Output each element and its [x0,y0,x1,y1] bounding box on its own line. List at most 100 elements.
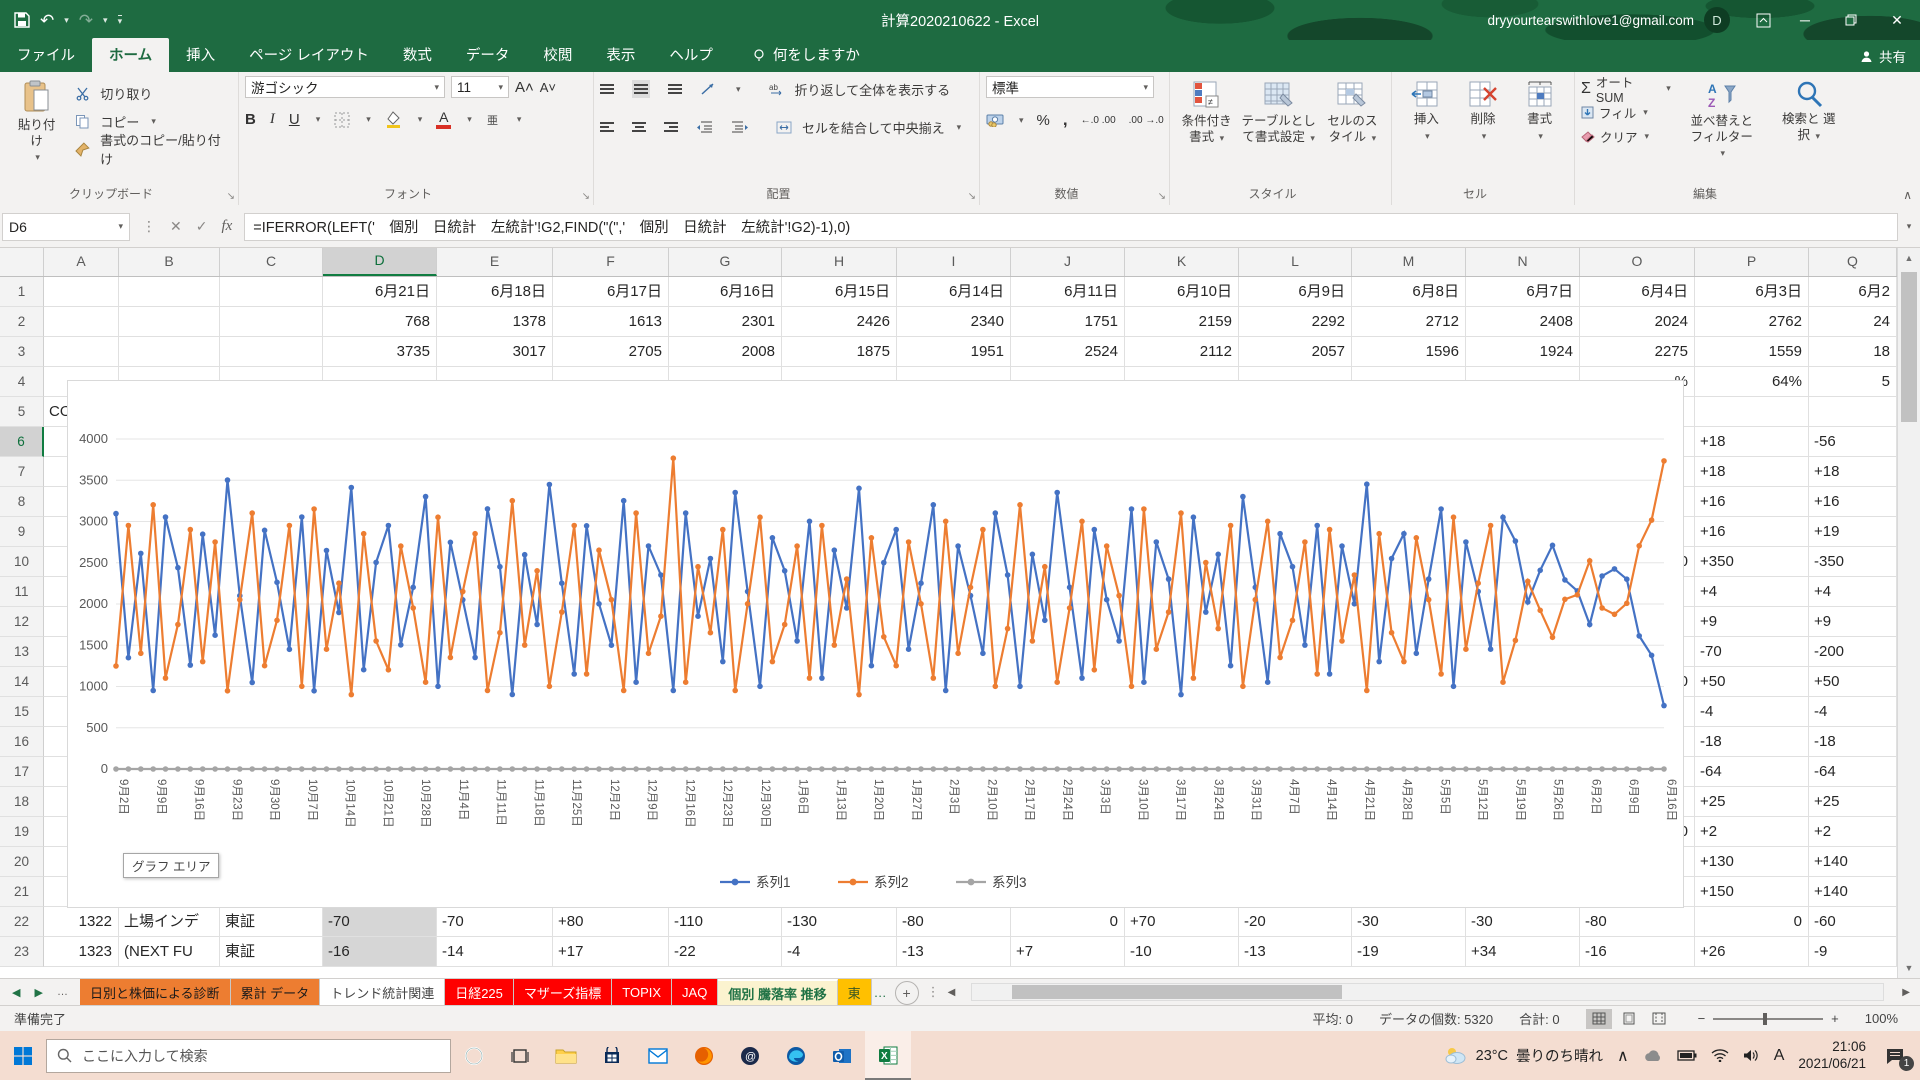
account-email[interactable]: dryyourtearswithlove1@gmail.com [1487,13,1694,28]
insert-cells-button[interactable]: 挿入▾ [1398,76,1455,147]
fill-button[interactable]: フィル▾ [1581,102,1671,123]
percent-style-button[interactable]: % [1037,112,1050,129]
sheet-nav-left-icon[interactable]: ◀ [12,986,20,999]
grid-cell[interactable]: +17 [553,937,669,967]
grid-cell[interactable]: -64 [1809,757,1897,787]
grid-cell[interactable]: -110 [669,907,782,937]
row-header-22[interactable]: 22 [0,907,44,937]
italic-button[interactable]: I [270,111,275,128]
grid-cell[interactable]: -80 [1580,907,1695,937]
hidden-icons-chevron[interactable]: ∧ [1617,1046,1629,1066]
grid-cell[interactable]: -13 [897,937,1011,967]
phonetic-guide-button[interactable]: 亜 [486,112,501,127]
column-header-D[interactable]: D [323,248,437,276]
row-header-16[interactable]: 16 [0,727,44,757]
grid-cell[interactable]: 2426 [782,307,897,337]
grid-cell[interactable]: +18 [1809,457,1897,487]
grid-cell[interactable]: +25 [1809,787,1897,817]
align-right-button[interactable] [664,120,678,134]
sheet-tab[interactable]: 日経225 [445,979,514,1005]
wrap-text-button[interactable]: ab 折り返して全体を表示する [769,76,951,102]
row-header-6[interactable]: 6 [0,427,44,457]
taskbar-clock[interactable]: 21:06 2021/06/21 [1798,1039,1866,1073]
row-header-19[interactable]: 19 [0,817,44,847]
grid-cell[interactable]: -16 [1580,937,1695,967]
sheet-tab[interactable]: 東 [838,979,872,1005]
tab-view[interactable]: 表示 [589,38,652,72]
column-header-M[interactable]: M [1352,248,1466,276]
grid-cell[interactable]: -4 [782,937,897,967]
tab-insert[interactable]: 挿入 [169,38,232,72]
column-header-G[interactable]: G [669,248,782,276]
font-size-combobox[interactable]: 11▾ [451,76,509,98]
row-header-1[interactable]: 1 [0,277,44,307]
clear-button[interactable]: クリア▾ [1581,126,1671,147]
grid-cell[interactable]: -56 [1809,427,1897,457]
grid-cell[interactable]: +16 [1695,517,1809,547]
collapse-ribbon-icon[interactable]: ∧ [1903,188,1912,202]
sheet-tab[interactable]: 累計 データ [231,979,321,1005]
grid-cell[interactable]: -4 [1695,697,1809,727]
grid-cell[interactable]: 2112 [1125,337,1239,367]
page-break-view-icon[interactable] [1646,1009,1672,1029]
clipboard-dialog-launcher-icon[interactable]: ↘ [227,191,235,202]
column-header-F[interactable]: F [553,248,669,276]
grow-font-button[interactable]: A˄ [515,79,534,96]
accounting-format-icon[interactable] [986,114,1004,127]
row-header-15[interactable]: 15 [0,697,44,727]
column-header-A[interactable]: A [44,248,119,276]
grid-cell[interactable]: -9 [1809,937,1897,967]
borders-button[interactable] [334,112,350,128]
grid-cell[interactable]: +140 [1809,847,1897,877]
grid-cell[interactable]: 3735 [323,337,437,367]
grid-cell[interactable]: +16 [1695,487,1809,517]
minimize-button[interactable]: ─ [1782,0,1828,40]
grid-cell[interactable]: 2292 [1239,307,1352,337]
grid-cell[interactable]: -18 [1695,727,1809,757]
row-header-18[interactable]: 18 [0,787,44,817]
sheet-tab[interactable]: JAQ [672,979,718,1005]
grid-cell[interactable]: 2712 [1352,307,1466,337]
bottom-align-button[interactable] [668,82,682,96]
column-header-L[interactable]: L [1239,248,1352,276]
outlook-icon[interactable] [819,1031,865,1080]
sheet-overflow-left[interactable]: … [57,986,68,998]
autosum-button[interactable]: Σ オート SUM▾ [1581,78,1671,99]
grid-cell[interactable]: 1951 [897,337,1011,367]
number-format-combobox[interactable]: 標準▾ [986,76,1154,98]
tab-page-layout[interactable]: ページ レイアウト [232,38,386,72]
grid-cell[interactable]: 6月8日 [1352,277,1466,307]
tab-file[interactable]: ファイル [0,38,92,72]
scroll-down-icon[interactable]: ▼ [1898,958,1920,978]
row-header-11[interactable]: 11 [0,577,44,607]
grid-cell[interactable]: 1559 [1695,337,1809,367]
new-sheet-button[interactable]: + [895,981,919,1005]
grid-cell[interactable]: 6月11日 [1011,277,1125,307]
grid-cell[interactable] [220,337,323,367]
page-layout-view-icon[interactable] [1616,1009,1642,1029]
increase-indent-button[interactable] [731,120,748,134]
grid-cell[interactable]: -60 [1809,907,1897,937]
onedrive-icon[interactable] [1643,1049,1663,1062]
merge-center-button[interactable]: セルを結合して中央揃え▾ [776,114,961,140]
horizontal-scroll-thumb[interactable] [1012,985,1342,999]
grid-cell[interactable]: -70 [323,907,437,937]
row-header-20[interactable]: 20 [0,847,44,877]
font-name-combobox[interactable]: 游ゴシック▾ [245,76,445,98]
grid-cell[interactable]: (NEXT FU [119,937,220,967]
grid-cell[interactable]: +25 [1695,787,1809,817]
grid-cell[interactable]: +2 [1809,817,1897,847]
cut-button[interactable]: 切り取り [75,80,232,106]
grid-cell[interactable]: 5 [1809,367,1897,397]
row-header-17[interactable]: 17 [0,757,44,787]
grid-cell[interactable]: 6月15日 [782,277,897,307]
grid-cell[interactable]: +70 [1125,907,1239,937]
column-header-O[interactable]: O [1580,248,1695,276]
tab-splitter[interactable]: ⋮ [927,984,940,1000]
grid-cell[interactable]: 1378 [437,307,553,337]
grid-cell[interactable]: 2524 [1011,337,1125,367]
select-all-corner[interactable] [0,248,44,276]
grid-cell[interactable]: 6月17日 [553,277,669,307]
grid-cell[interactable]: 18 [1809,337,1897,367]
grid-cell[interactable]: 2762 [1695,307,1809,337]
